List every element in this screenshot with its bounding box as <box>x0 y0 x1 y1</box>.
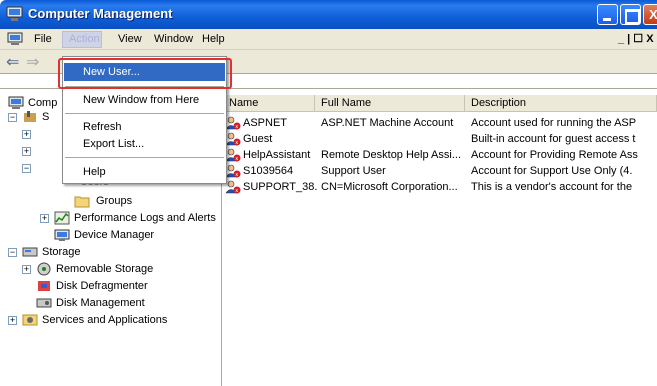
performance-icon <box>54 211 70 225</box>
svg-text:x: x <box>235 156 238 162</box>
cell-full-name: ASP.NET Machine Account <box>321 117 454 129</box>
table-row-name[interactable]: x Guest <box>225 131 317 148</box>
cell-name: ASPNET <box>243 117 288 129</box>
cell-full-name <box>321 131 463 148</box>
column-header-description[interactable]: Description <box>465 95 657 112</box>
expand-icon[interactable]: + <box>40 214 49 223</box>
cell-description: This is a vendor's account for the <box>471 181 633 193</box>
tree-label: Storage <box>42 246 81 258</box>
cell-description: Account used for running the ASP <box>471 117 637 129</box>
tree-label: Groups <box>96 195 133 207</box>
table-row-name[interactable]: x ASPNET <box>225 115 317 132</box>
window-title: Computer Management <box>28 6 173 21</box>
services-icon <box>22 314 38 326</box>
expand-icon[interactable]: + <box>22 265 31 274</box>
computer-icon <box>7 32 23 45</box>
menu-separator <box>65 157 224 158</box>
user-icon: x <box>225 132 241 146</box>
cell-full-name: Remote Desktop Help Assi... <box>321 149 462 161</box>
device-manager-icon <box>54 229 70 241</box>
user-icon: x <box>225 148 241 162</box>
removable-storage-icon <box>37 262 51 276</box>
svg-text:x: x <box>235 172 238 178</box>
tree-label: Performance Logs and Alerts <box>74 212 216 224</box>
computer-icon <box>8 96 24 109</box>
title-bar: Computer Management X <box>0 0 657 29</box>
cell-name: SUPPORT_38... <box>243 181 317 193</box>
folder-icon <box>74 196 90 208</box>
tools-icon <box>24 111 36 122</box>
maximize-button[interactable] <box>620 4 641 25</box>
user-icon: x <box>225 116 241 130</box>
cell-description: Account for Support Use Only (4. <box>471 165 633 177</box>
menu-window[interactable]: Window <box>148 31 199 48</box>
svg-text:x: x <box>235 140 238 146</box>
disk-management-icon <box>36 298 52 308</box>
cell-description: Built-in account for guest access t <box>471 133 636 145</box>
menu-item-export-list[interactable]: Export List... <box>83 135 144 153</box>
tree-label: Removable Storage <box>56 263 154 275</box>
menu-view[interactable]: View <box>112 31 148 48</box>
close-icon: X <box>649 7 657 22</box>
expand-icon[interactable]: + <box>8 316 17 325</box>
back-arrow-icon[interactable]: ⇐ <box>6 52 19 72</box>
user-icon: x <box>225 164 241 178</box>
column-header-full-name[interactable]: Full Name <box>315 95 465 112</box>
cell-name: HelpAssistant <box>243 149 311 161</box>
tree-label: S <box>42 111 50 123</box>
computer-management-icon <box>6 6 23 21</box>
menu-help[interactable]: Help <box>196 31 231 48</box>
mdi-controls[interactable]: _ | ☐ X <box>618 32 654 45</box>
close-button[interactable]: X <box>643 4 657 25</box>
expand-icon[interactable]: + <box>22 147 31 156</box>
cell-description: Account for Providing Remote Ass <box>471 149 638 161</box>
cell-full-name: Support User <box>321 165 386 177</box>
minimize-button[interactable] <box>597 4 618 25</box>
cell-name: Guest <box>243 133 273 145</box>
table-row-name[interactable]: x HelpAssistant <box>225 147 317 164</box>
cell-name: S1039564 <box>243 165 294 177</box>
tree-label: Device Manager <box>74 229 155 241</box>
storage-icon <box>22 247 38 257</box>
table-row-name[interactable]: x S1039564 <box>225 163 317 180</box>
menu-file[interactable]: File <box>28 31 58 48</box>
tree-label: Services and Applications <box>42 314 168 326</box>
menu-bar: File Action View Window Help _ | ☐ X <box>0 29 657 50</box>
maximize-icon <box>621 5 640 24</box>
column-header-name[interactable]: Name <box>223 95 315 112</box>
menu-item-new-window[interactable]: New Window from Here <box>83 91 199 109</box>
menu-item-refresh[interactable]: Refresh <box>83 118 122 136</box>
menu-action[interactable]: Action <box>62 31 102 48</box>
collapse-icon[interactable]: − <box>8 113 17 122</box>
forward-arrow-icon[interactable]: ⇒ <box>26 52 39 72</box>
disk-defragmenter-icon <box>38 281 50 291</box>
collapse-icon[interactable]: − <box>8 248 17 257</box>
svg-text:x: x <box>235 188 238 194</box>
highlight-callout <box>58 58 232 89</box>
collapse-icon[interactable]: − <box>22 164 31 173</box>
user-list: Name Full Name Description x ASPNET ASP.NE… <box>223 88 657 386</box>
menu-separator <box>65 113 224 114</box>
tree-label: Disk Management <box>56 297 145 309</box>
cell-full-name: CN=Microsoft Corporation... <box>321 181 458 193</box>
tree-label: Disk Defragmenter <box>56 280 148 292</box>
table-row-name[interactable]: x SUPPORT_38... <box>225 179 317 196</box>
user-icon: x <box>225 180 241 194</box>
expand-icon[interactable]: + <box>22 130 31 139</box>
minimize-icon <box>598 5 617 24</box>
menu-item-help[interactable]: Help <box>83 163 106 181</box>
svg-text:x: x <box>235 124 238 130</box>
